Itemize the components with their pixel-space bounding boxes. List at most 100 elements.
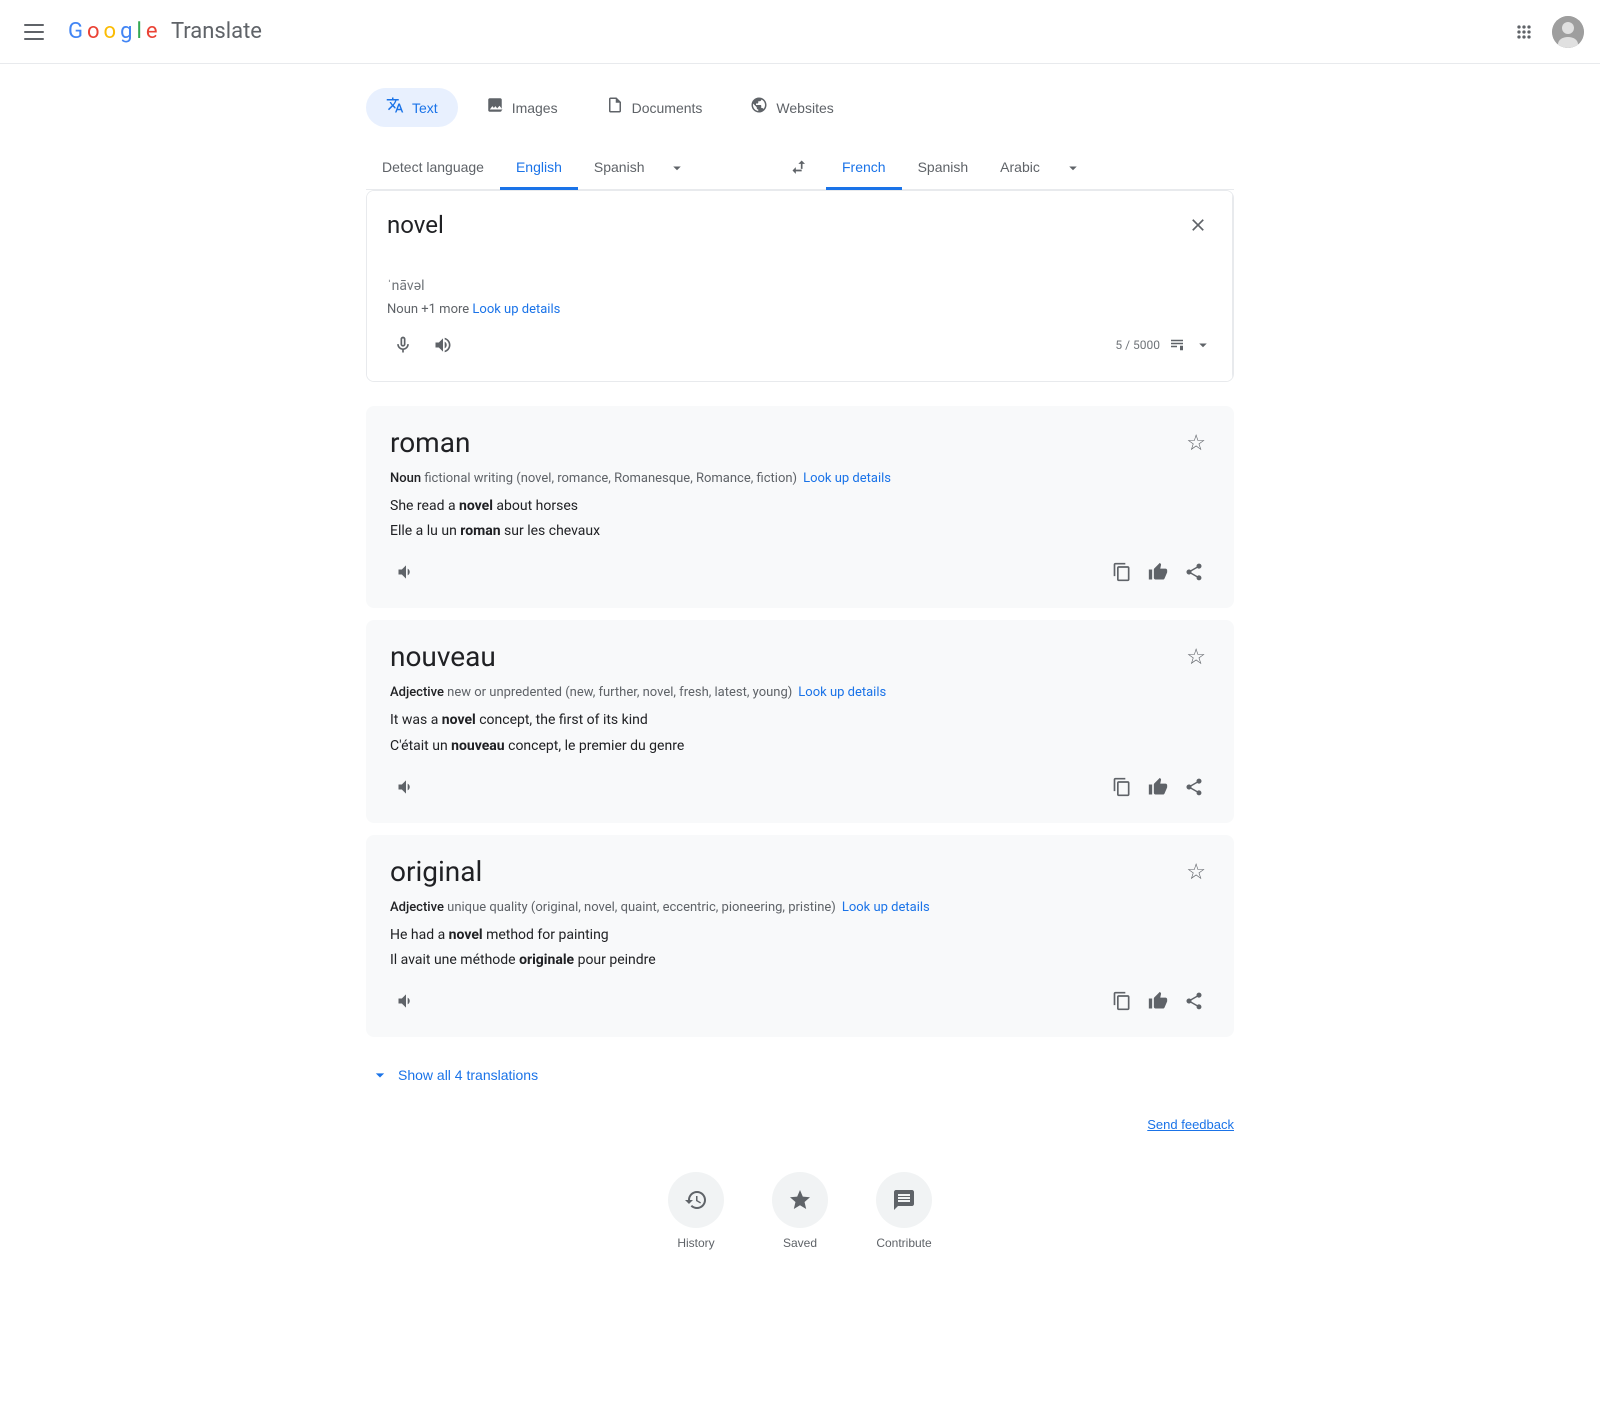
lookup-original-link[interactable]: Look up details — [842, 900, 930, 915]
main-content: Text Images Documents Websites Detect la… — [350, 64, 1250, 1306]
result-example-nouveau: It was a novel concept, the first of its… — [390, 708, 1210, 758]
header-right — [1504, 12, 1584, 52]
tab-text-label: Text — [412, 100, 438, 116]
microphone-button[interactable] — [387, 329, 419, 361]
tab-websites-label: Websites — [776, 100, 833, 116]
copy-original-button[interactable] — [1106, 985, 1138, 1017]
documents-icon — [606, 96, 624, 119]
language-bar: Detect language English Spanish French S… — [366, 147, 1234, 190]
input-icons — [387, 329, 459, 361]
history-label: History — [677, 1236, 714, 1250]
swap-languages-button[interactable] — [774, 150, 826, 186]
copy-nouveau-button[interactable] — [1106, 771, 1138, 803]
tab-images[interactable]: Images — [466, 88, 578, 127]
input-text[interactable]: novel — [387, 211, 560, 271]
tab-websites[interactable]: Websites — [730, 88, 853, 127]
results-section: roman ☆ Noun fictional writing (novel, r… — [366, 406, 1234, 1132]
tab-bar: Text Images Documents Websites — [366, 88, 1234, 127]
clear-input-button[interactable] — [1184, 211, 1212, 245]
speaker-button[interactable] — [427, 329, 459, 361]
result-word-roman: roman — [390, 426, 470, 459]
history-icon-circle — [668, 1172, 724, 1228]
translation-container: novel ˈnāvəl Noun +1 more Look up detail… — [366, 190, 1234, 382]
result-meta-roman: Noun fictional writing (novel, romance, … — [390, 471, 1210, 486]
logo: Google Translate — [68, 19, 262, 44]
logo-g: G — [68, 19, 83, 44]
target-lang-section: French Spanish Arabic — [826, 147, 1234, 189]
websites-icon — [750, 96, 768, 119]
speaker-roman-button[interactable] — [390, 556, 422, 588]
logo-o2: o — [104, 19, 117, 44]
result-word-original: original — [390, 855, 482, 888]
share-original-button[interactable] — [1178, 985, 1210, 1017]
contribute-button[interactable]: Contribute — [876, 1172, 932, 1250]
pos-original: Adjective — [390, 900, 444, 915]
show-all-container: Show all 4 translations — [366, 1049, 1234, 1101]
source-lang-dropdown[interactable] — [660, 151, 694, 185]
tab-images-label: Images — [512, 100, 558, 116]
arabic-target-button[interactable]: Arabic — [984, 147, 1056, 190]
lookup-nouveau-link[interactable]: Look up details — [798, 685, 886, 700]
result-actions-original — [390, 985, 1210, 1017]
logo-translate: Translate — [171, 19, 262, 44]
result-card-original: original ☆ Adjective unique quality (ori… — [366, 835, 1234, 1037]
share-nouveau-button[interactable] — [1178, 771, 1210, 803]
char-count: 5 / 5000 — [1115, 336, 1212, 354]
contribute-icon-circle — [876, 1172, 932, 1228]
tab-documents[interactable]: Documents — [586, 88, 723, 127]
saved-icon-circle — [772, 1172, 828, 1228]
result-card-roman: roman ☆ Noun fictional writing (novel, r… — [366, 406, 1234, 608]
input-actions: 5 / 5000 — [387, 329, 1212, 361]
example-en-original: He had a novel method for painting — [390, 923, 1210, 948]
example-fr-nouveau: C'était un nouveau concept, le premier d… — [390, 734, 1210, 759]
pos-roman: Noun — [390, 471, 421, 486]
lookup-details-link[interactable]: Look up details — [472, 302, 560, 317]
saved-button[interactable]: Saved — [772, 1172, 828, 1250]
share-roman-button[interactable] — [1178, 556, 1210, 588]
spanish-source-button[interactable]: Spanish — [578, 147, 661, 190]
result-example-original: He had a novel method for painting Il av… — [390, 923, 1210, 973]
result-right-actions-roman — [1106, 556, 1210, 588]
logo-e: e — [146, 19, 158, 44]
lookup-roman-link[interactable]: Look up details — [803, 471, 891, 486]
header: Google Translate — [0, 0, 1600, 64]
show-all-translations-button[interactable]: Show all 4 translations — [366, 1053, 1234, 1097]
speaker-original-button[interactable] — [390, 985, 422, 1017]
history-button[interactable]: History — [668, 1172, 724, 1250]
feedback-row: Send feedback — [366, 1117, 1234, 1132]
star-original-button[interactable]: ☆ — [1182, 855, 1210, 889]
header-left: Google Translate — [16, 16, 262, 48]
target-lang-dropdown[interactable] — [1056, 151, 1090, 185]
result-meta-original: Adjective unique quality (original, nove… — [390, 900, 1210, 915]
bottom-actions: History Saved Contribute — [366, 1172, 1234, 1282]
tab-text[interactable]: Text — [366, 88, 458, 127]
logo-g2: g — [120, 19, 132, 44]
logo-o1: o — [87, 19, 100, 44]
spanish-target-button[interactable]: Spanish — [902, 147, 985, 190]
star-nouveau-button[interactable]: ☆ — [1182, 640, 1210, 674]
input-panel: novel ˈnāvəl Noun +1 more Look up detail… — [367, 191, 1233, 381]
result-card-nouveau: nouveau ☆ Adjective new or unpredented (… — [366, 620, 1234, 822]
images-icon — [486, 96, 504, 119]
star-roman-button[interactable]: ☆ — [1182, 426, 1210, 460]
result-example-roman: She read a novel about horses Elle a lu … — [390, 494, 1210, 544]
user-avatar[interactable] — [1552, 16, 1584, 48]
result-right-actions-nouveau — [1106, 771, 1210, 803]
hamburger-menu[interactable] — [16, 16, 52, 48]
thumbs-up-nouveau-button[interactable] — [1142, 771, 1174, 803]
source-lang-section: Detect language English Spanish — [366, 147, 774, 189]
speaker-nouveau-button[interactable] — [390, 771, 422, 803]
thumbs-up-roman-button[interactable] — [1142, 556, 1174, 588]
apps-grid-button[interactable] — [1504, 12, 1544, 52]
result-meta-nouveau: Adjective new or unpredented (new, furth… — [390, 685, 1210, 700]
french-target-button[interactable]: French — [826, 147, 902, 190]
english-source-button[interactable]: English — [500, 147, 578, 190]
contribute-label: Contribute — [876, 1236, 931, 1250]
send-feedback-button[interactable]: Send feedback — [1147, 1117, 1234, 1132]
thumbs-up-original-button[interactable] — [1142, 985, 1174, 1017]
copy-roman-button[interactable] — [1106, 556, 1138, 588]
result-right-actions-original — [1106, 985, 1210, 1017]
result-actions-roman — [390, 556, 1210, 588]
detect-language-button[interactable]: Detect language — [366, 147, 500, 190]
example-en-roman: She read a novel about horses — [390, 494, 1210, 519]
